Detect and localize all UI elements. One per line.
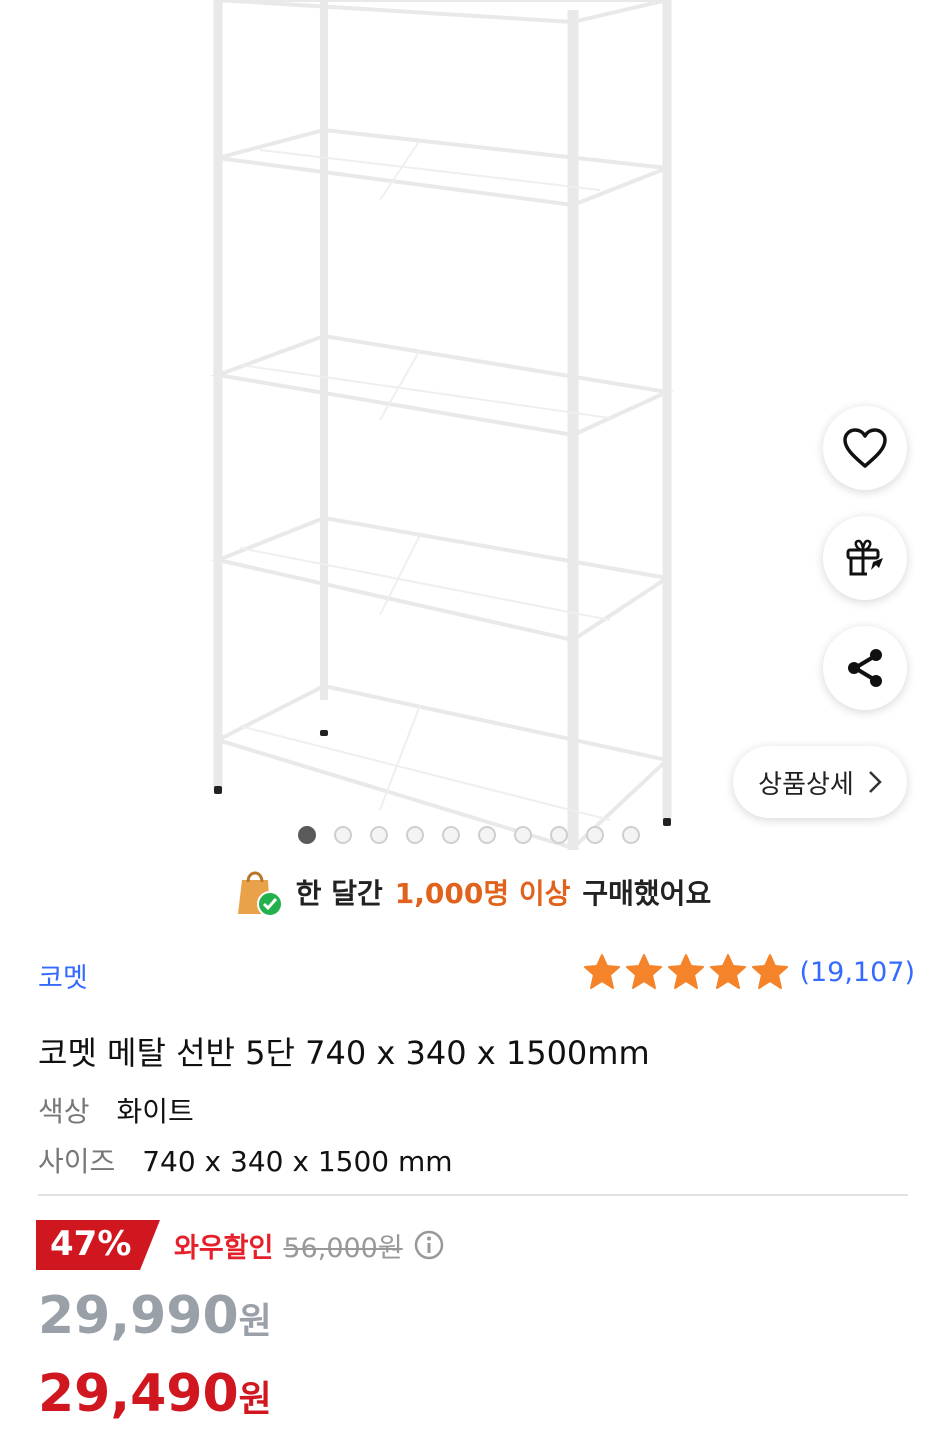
gallery-dot[interactable]: [370, 826, 388, 844]
gift-button[interactable]: [823, 516, 907, 600]
divider: [38, 1194, 908, 1196]
regular-price: 29,990원: [38, 1286, 272, 1346]
gallery-dot[interactable]: [406, 826, 424, 844]
gallery-dot[interactable]: [442, 826, 460, 844]
discount-rate: 47%: [50, 1224, 132, 1264]
gallery-dot[interactable]: [622, 826, 640, 844]
shopping-bag-check-icon: [237, 871, 283, 917]
wow-discount-label: 와우할인: [174, 1232, 274, 1264]
share-icon: [848, 649, 882, 687]
discount-row: 47% 와우할인 56,000원: [36, 1220, 445, 1270]
gallery-dot[interactable]: [298, 826, 316, 844]
option-color-value: 화이트: [116, 1095, 194, 1128]
discount-badge: 47%: [36, 1220, 160, 1270]
gallery-dot[interactable]: [334, 826, 352, 844]
star-icon: [668, 954, 705, 989]
brand-link[interactable]: 코멧: [38, 956, 88, 995]
chevron-right-icon: [868, 771, 882, 793]
wishlist-button[interactable]: [823, 406, 907, 490]
gallery-dot[interactable]: [478, 826, 496, 844]
star-icon: [752, 954, 789, 989]
original-price: 56,000원: [283, 1232, 403, 1264]
gallery-pagination: [298, 826, 640, 844]
sale-price-currency: 원: [238, 1379, 272, 1420]
option-color: 색상 화이트: [38, 1090, 194, 1130]
product-title: 코멧 메탈 선반 5단 740 x 340 x 1500mm: [38, 1034, 650, 1072]
product-image: [210, 0, 674, 851]
option-size: 사이즈 740 x 340 x 1500 mm: [38, 1140, 453, 1180]
heart-icon: [843, 428, 887, 468]
purchase-count-prefix: 한 달간: [295, 877, 383, 910]
product-detail-label: 상품상세: [758, 769, 854, 800]
rating-stars: [583, 954, 789, 990]
gallery-dot[interactable]: [514, 826, 532, 844]
star-icon: [584, 954, 621, 989]
share-button[interactable]: [823, 626, 907, 710]
rating[interactable]: (19,107): [583, 954, 915, 990]
gallery-dot[interactable]: [550, 826, 568, 844]
info-icon[interactable]: [413, 1229, 445, 1261]
purchase-count-banner: 한 달간 1,000명 이상 구매했어요: [0, 866, 945, 918]
sale-price: 29,490원: [38, 1364, 272, 1424]
star-icon: [710, 954, 747, 989]
regular-price-currency: 원: [238, 1301, 272, 1342]
option-size-key: 사이즈: [38, 1145, 116, 1178]
product-detail-button[interactable]: 상품상세: [733, 746, 907, 818]
gallery-dot[interactable]: [586, 826, 604, 844]
review-count[interactable]: (19,107): [799, 957, 915, 988]
regular-price-value: 29,990: [38, 1286, 239, 1346]
star-icon: [626, 954, 663, 989]
purchase-count-highlight: 1,000명 이상: [394, 877, 571, 910]
product-image-gallery[interactable]: 상품상세: [0, 0, 945, 860]
purchase-count-suffix: 구매했어요: [582, 877, 712, 910]
option-color-key: 색상: [38, 1095, 90, 1128]
gift-icon: [846, 539, 883, 576]
sale-price-value: 29,490: [38, 1364, 239, 1424]
option-size-value: 740 x 340 x 1500 mm: [142, 1145, 453, 1178]
